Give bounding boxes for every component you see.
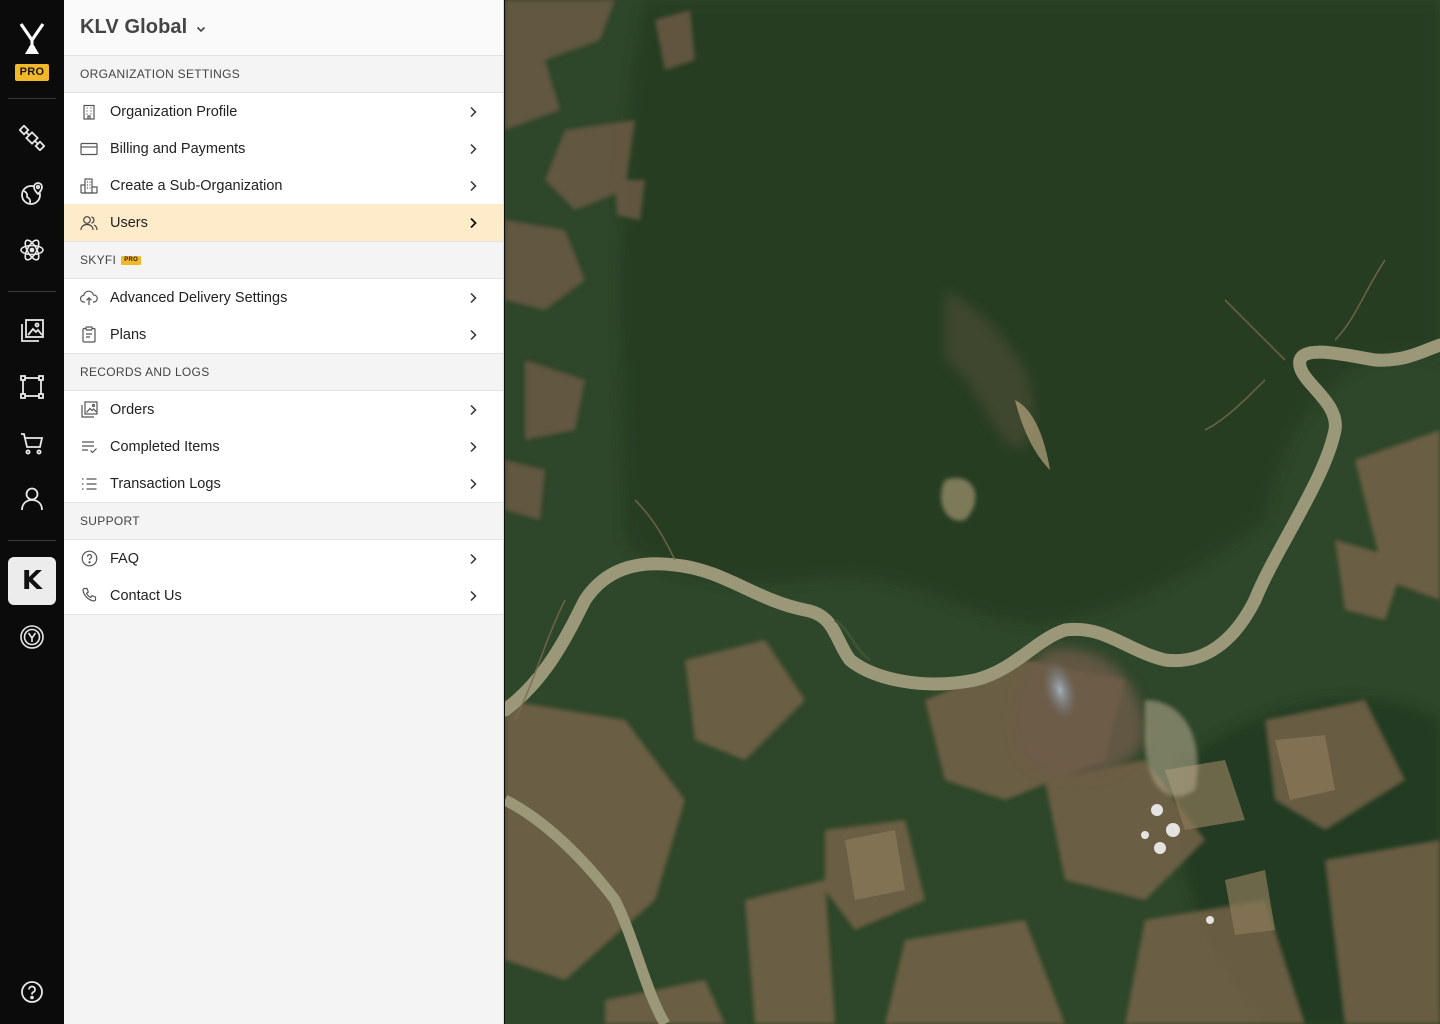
chevron-right-icon: [465, 215, 481, 231]
rail-divider: [8, 540, 56, 541]
atom-button[interactable]: [8, 226, 56, 274]
nav-item-orders[interactable]: Orders: [64, 391, 503, 428]
nav-item-label: Contact Us: [110, 587, 182, 604]
section-header-skyfi: SKYFI PRO: [64, 242, 503, 279]
chevron-right-icon: [465, 290, 481, 306]
chevron-right-icon: [465, 402, 481, 418]
chevron-right-icon: [465, 178, 481, 194]
rail-divider: [8, 291, 56, 292]
nav-item-label: Create a Sub-Organization: [110, 177, 283, 194]
nav-item-label: Users: [110, 214, 148, 231]
settings-panel: KLV Global ORGANIZATION SETTINGS Organiz…: [64, 0, 504, 1024]
section-header-records-and-logs: RECORDS AND LOGS: [64, 354, 503, 391]
nav-item-plans[interactable]: Plans: [64, 316, 503, 353]
nav-item-contact-us[interactable]: Contact Us: [64, 577, 503, 614]
users-icon: [80, 214, 98, 232]
chevron-right-icon: [465, 588, 481, 604]
cart-icon: [21, 433, 44, 455]
rail-divider: [8, 98, 56, 99]
globe-location-button[interactable]: [8, 170, 56, 218]
section-header-organization-settings: ORGANIZATION SETTINGS: [64, 56, 503, 93]
section-title: ORGANIZATION SETTINGS: [80, 67, 241, 81]
nav-item-label: Organization Profile: [110, 103, 238, 120]
help-icon: [21, 981, 43, 1003]
org-selector[interactable]: KLV Global: [64, 0, 503, 56]
satellite-map[interactable]: [505, 0, 1440, 1024]
account-button[interactable]: [8, 475, 56, 523]
image-gallery-icon: [21, 319, 44, 342]
area-select-icon: [20, 375, 44, 399]
credit-card-icon: [80, 140, 98, 158]
org-switcher-button[interactable]: K: [8, 557, 56, 605]
buildings-icon: [80, 177, 98, 195]
chevron-right-icon: [465, 327, 481, 343]
app-rail: PRO K: [0, 0, 64, 1024]
images-icon: [80, 401, 98, 419]
satellite-imagery[interactable]: [505, 0, 1440, 1024]
help-button[interactable]: [8, 968, 56, 1016]
nav-item-completed-items[interactable]: Completed Items: [64, 428, 503, 465]
building-icon: [80, 103, 98, 121]
nav-item-label: FAQ: [110, 550, 140, 567]
nav-item-organization-profile[interactable]: Organization Profile: [64, 93, 503, 130]
nav-item-label: Advanced Delivery Settings: [110, 289, 288, 306]
section-title: RECORDS AND LOGS: [80, 365, 210, 379]
nav-item-create-sub-organization[interactable]: Create a Sub-Organization: [64, 167, 503, 204]
section-title: SKYFI: [80, 253, 117, 267]
nav-item-faq[interactable]: FAQ: [64, 540, 503, 577]
area-select-button[interactable]: [8, 363, 56, 411]
atom-icon: [20, 239, 44, 261]
satellite-button[interactable]: [8, 114, 56, 162]
clipboard-icon: [80, 326, 98, 344]
chevron-right-icon: [465, 439, 481, 455]
pro-badge: PRO: [15, 64, 49, 81]
nav-item-label: Plans: [110, 326, 147, 343]
user-icon: [21, 487, 43, 511]
chevron-right-icon: [465, 476, 481, 492]
nav-item-users[interactable]: Users: [64, 204, 503, 241]
question-circle-icon: [80, 550, 98, 568]
skyfi-coin-icon: [20, 625, 44, 649]
nav-item-label: Completed Items: [110, 438, 220, 455]
section-header-support: SUPPORT: [64, 503, 503, 540]
nav-item-transaction-logs[interactable]: Transaction Logs: [64, 465, 503, 502]
image-gallery-button[interactable]: [8, 307, 56, 355]
nav-item-advanced-delivery-settings[interactable]: Advanced Delivery Settings: [64, 279, 503, 316]
cloud-upload-icon: [80, 289, 98, 307]
list-check-icon: [80, 438, 98, 456]
chevron-right-icon: [465, 551, 481, 567]
org-k-icon: K: [21, 566, 43, 596]
chevron-right-icon: [465, 141, 481, 157]
globe-location-icon: [21, 182, 43, 205]
nav-item-label: Orders: [110, 401, 155, 418]
pro-badge: PRO: [121, 255, 142, 265]
skyfi-coin-button[interactable]: [8, 613, 56, 661]
nav-item-label: Transaction Logs: [110, 475, 221, 492]
satellite-icon: [19, 125, 45, 151]
section-title: SUPPORT: [80, 514, 140, 528]
nav-item-billing-and-payments[interactable]: Billing and Payments: [64, 130, 503, 167]
nav-item-label: Billing and Payments: [110, 140, 246, 157]
org-name: KLV Global: [80, 16, 188, 38]
list-icon: [80, 475, 98, 493]
phone-icon: [80, 587, 98, 605]
cart-button[interactable]: [8, 419, 56, 467]
chevron-down-icon: [197, 26, 206, 32]
chevron-right-icon: [465, 104, 481, 120]
